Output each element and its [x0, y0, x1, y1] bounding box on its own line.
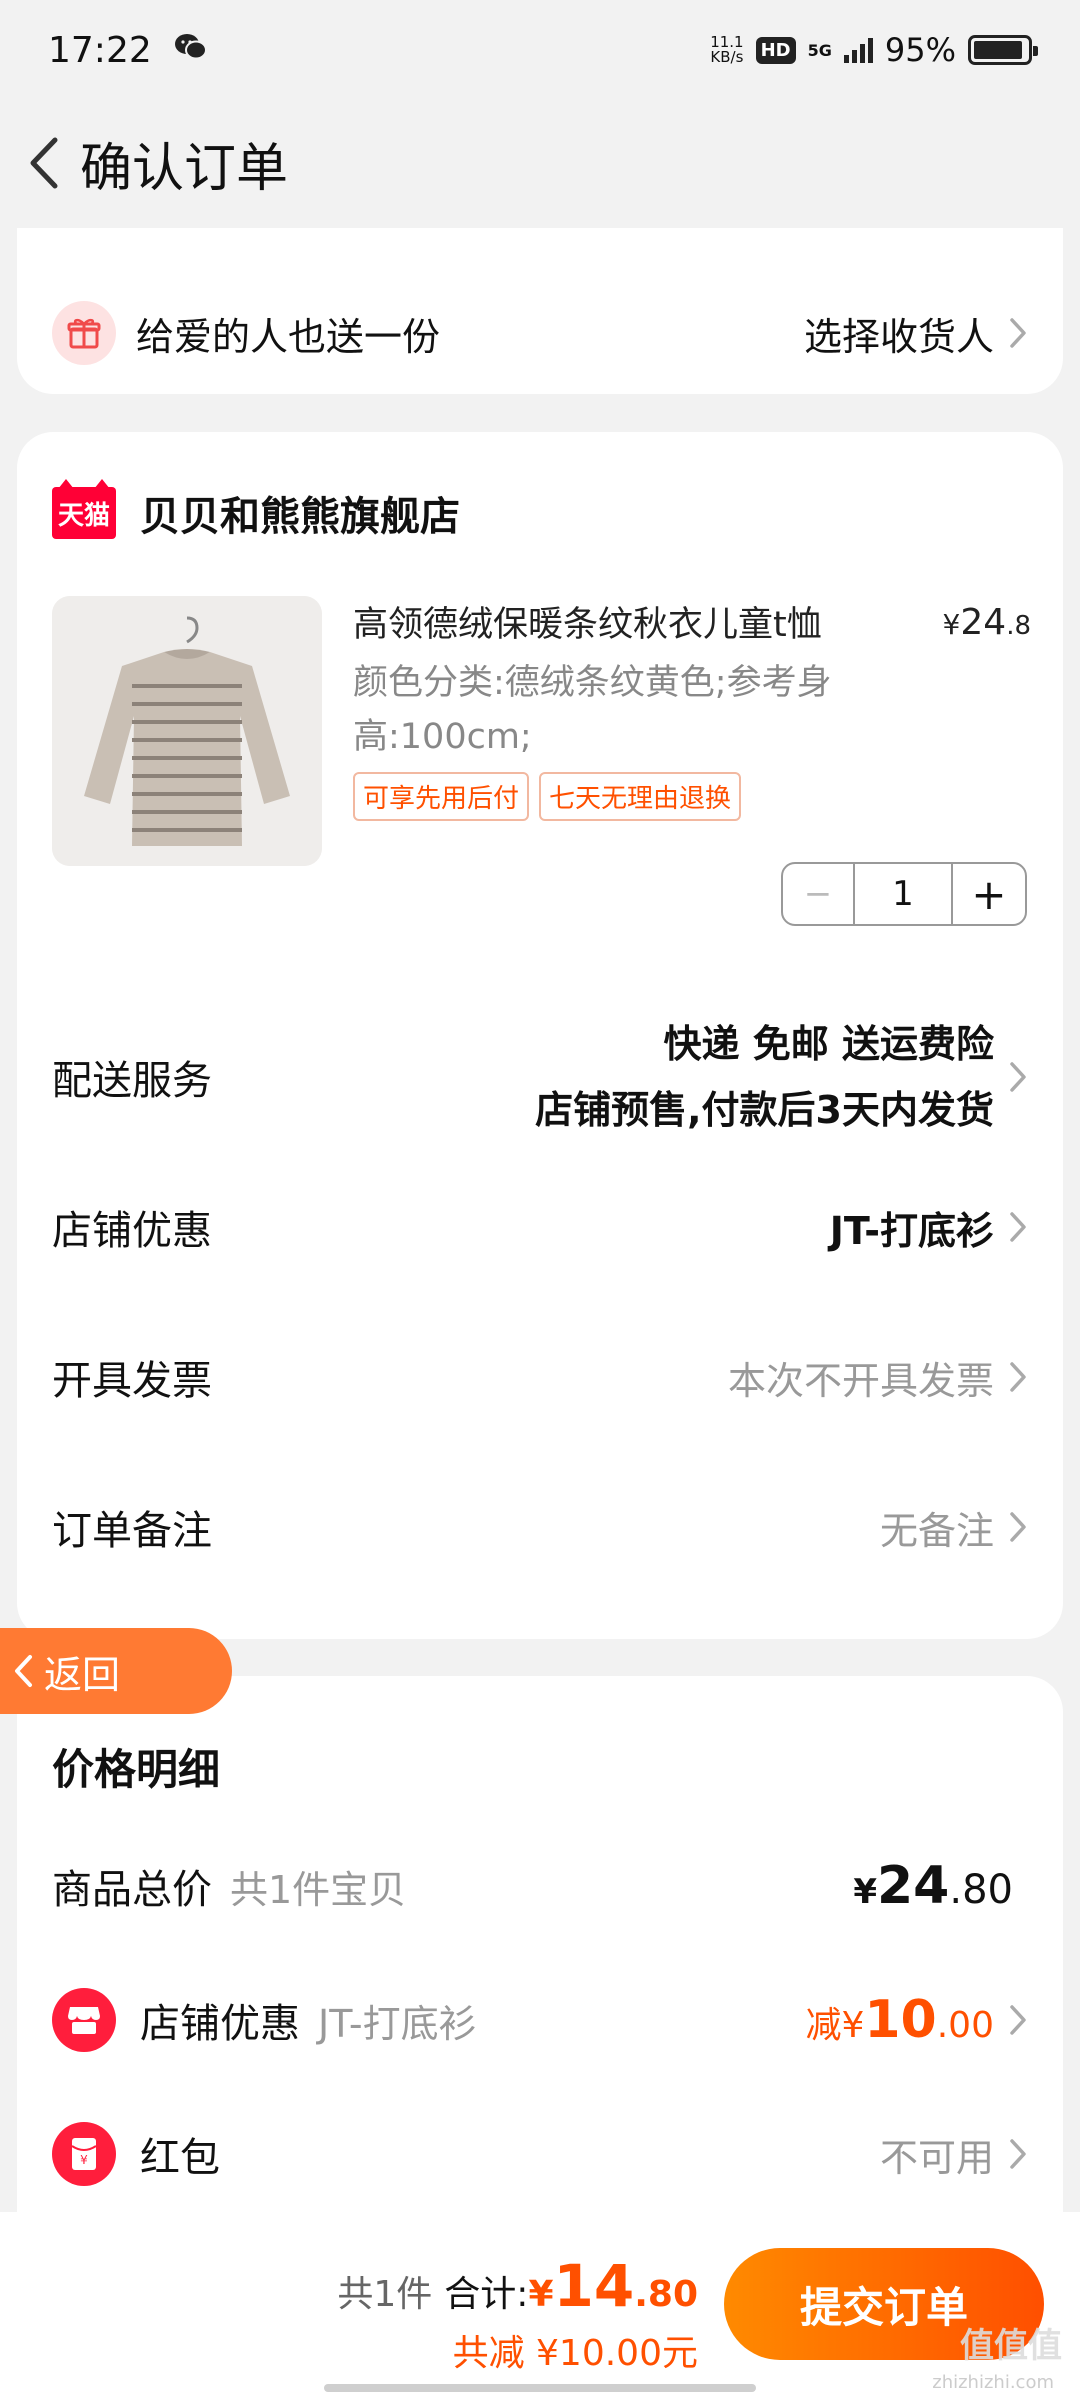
price-detail-title: 价格明细: [52, 1745, 221, 1794]
order-note-label: 订单备注: [52, 1508, 212, 1554]
total-saved: 共减 ¥10.00元: [452, 2333, 698, 2374]
tmall-logo: 天猫: [52, 479, 116, 539]
delivery-label: 配送服务: [52, 1058, 212, 1104]
tag-seven-day-return: 七天无理由退换: [539, 772, 742, 821]
product-price: ¥24.8: [942, 602, 1031, 643]
svg-text:¥: ¥: [80, 2153, 88, 2167]
red-packet-row[interactable]: ¥ 红包 不可用: [52, 2114, 1028, 2194]
red-packet-label: 红包: [140, 2135, 220, 2181]
watermark-url: zhizhizhi.com: [932, 2372, 1054, 2393]
gift-row[interactable]: 给爱的人也送一份 选择收货人: [52, 298, 1028, 368]
home-indicator[interactable]: [324, 2384, 756, 2392]
shop-discount-label: 店铺优惠: [52, 1208, 212, 1254]
gift-card: 给爱的人也送一份 选择收货人: [17, 228, 1063, 394]
bottom-bar: 共1件 合计:¥14.80 共减 ¥10.00元 提交订单: [0, 2212, 1080, 2400]
shop-order-card: 天猫 贝贝和熊熊旗舰店 高领德绒保暖条纹秋衣儿童t恤 ¥24.8 颜色分类:德绒…: [17, 432, 1063, 1639]
chevron-right-icon: [1010, 1512, 1026, 1542]
quantity-value[interactable]: 1: [855, 864, 953, 924]
product-image[interactable]: [52, 596, 322, 866]
product-tags: 可享先用后付 七天无理由退换: [353, 772, 742, 821]
increase-button[interactable]: +: [953, 864, 1025, 924]
order-summary: 共1件 合计:¥14.80 共减 ¥10.00元: [337, 2252, 698, 2376]
hd-icon: HD: [755, 36, 796, 64]
chevron-right-icon: [1010, 1212, 1026, 1242]
gift-icon: [52, 301, 116, 365]
delivery-line-1: 快递 免邮 送运费险: [663, 1022, 994, 1066]
delivery-row[interactable]: 配送服务 快递 免邮 送运费险 店铺预售,付款后3天内发货: [52, 992, 1028, 1162]
chevron-right-icon: [1010, 1062, 1026, 1092]
shop-header[interactable]: 天猫 贝贝和熊熊旗舰店: [52, 479, 460, 542]
shop-discount-detail-label: 店铺优惠: [140, 2001, 300, 2047]
quantity-stepper: − 1 +: [781, 862, 1027, 926]
choose-recipient[interactable]: 选择收货人: [804, 306, 994, 361]
delivery-line-2: 店铺预售,付款后3天内发货: [535, 1088, 994, 1132]
watermark: 值值值: [960, 2326, 1062, 2366]
gift-text: 给爱的人也送一份: [136, 314, 441, 359]
battery-icon: [968, 35, 1038, 65]
price-detail-card: 价格明细 商品总价 共1件宝贝 ¥24.80 店铺优惠 JT-打底衫 减¥10.…: [17, 1676, 1063, 2236]
nav-bar: 确认订单: [0, 100, 1080, 226]
shop-discount-amount: 减¥10.00: [805, 1990, 994, 2050]
item-count: 共1件: [337, 2274, 433, 2315]
shop-discount-row[interactable]: 店铺优惠 JT-打底衫: [52, 1182, 1028, 1272]
total-amount: ¥14.80: [528, 2252, 698, 2320]
invoice-value: 本次不开具发票: [727, 1358, 994, 1403]
red-packet-value: 不可用: [879, 2135, 994, 2180]
chevron-right-icon: [1010, 1362, 1026, 1392]
signal-icon: [843, 37, 873, 63]
shop-discount-detail-sub: JT-打底衫: [318, 2001, 477, 2046]
chevron-right-icon: [1010, 318, 1026, 348]
status-bar: 17:22 11.1 KB/s HD 5G 95%: [0, 0, 1080, 100]
shop-name: 贝贝和熊熊旗舰店: [140, 494, 460, 540]
shop-discount-value: JT-打底衫: [829, 1208, 994, 1253]
order-note-row[interactable]: 订单备注 无备注: [52, 1482, 1028, 1572]
network-type: 5G: [807, 40, 832, 60]
product-sku[interactable]: 颜色分类:德绒条纹黄色;参考身高:100cm;: [353, 656, 873, 764]
wechat-icon: [174, 30, 208, 71]
floating-back-button[interactable]: 返回: [0, 1628, 232, 1714]
goods-total-row: 商品总价 共1件宝贝 ¥24.80: [52, 1846, 1028, 1926]
chevron-right-icon: [1010, 2139, 1026, 2169]
shop-discount-detail-row[interactable]: 店铺优惠 JT-打底衫 减¥10.00: [52, 1980, 1028, 2060]
chevron-left-icon: [30, 137, 58, 189]
tag-pay-later: 可享先用后付: [353, 772, 530, 821]
page-title: 确认订单: [80, 138, 289, 199]
invoice-label: 开具发票: [52, 1358, 212, 1404]
battery-percent: 95%: [884, 31, 956, 69]
net-speed: 11.1 KB/s: [710, 33, 744, 66]
total-label: 合计:: [444, 2274, 529, 2315]
decrease-button[interactable]: −: [783, 864, 855, 924]
store-icon: [52, 1988, 116, 2052]
chevron-right-icon: [1010, 2005, 1026, 2035]
goods-count: 共1件宝贝: [230, 1867, 407, 1912]
red-packet-icon: ¥: [52, 2122, 116, 2186]
floating-back-label: 返回: [44, 1652, 121, 1697]
goods-total-amount: ¥24.80: [853, 1856, 1013, 1916]
chevron-left-icon: [15, 1655, 32, 1687]
status-time: 17:22: [48, 29, 152, 71]
product-title[interactable]: 高领德绒保暖条纹秋衣儿童t恤: [353, 600, 913, 650]
goods-total-label: 商品总价: [52, 1867, 212, 1913]
order-note-value: 无备注: [879, 1508, 994, 1553]
invoice-row[interactable]: 开具发票 本次不开具发票: [52, 1332, 1028, 1422]
back-button[interactable]: [14, 133, 74, 193]
